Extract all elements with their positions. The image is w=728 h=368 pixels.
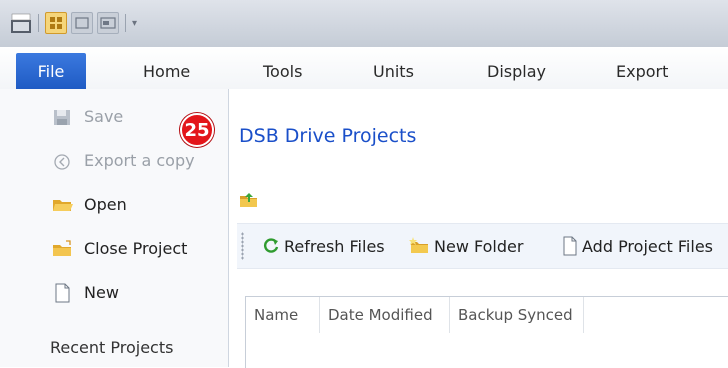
callout-badge: 25 xyxy=(180,113,214,147)
page-title: DSB Drive Projects xyxy=(239,125,417,147)
new-document-icon xyxy=(55,283,70,303)
add-project-files-button[interactable]: Add Project Files xyxy=(561,232,713,260)
menu-home-tab[interactable]: Home xyxy=(143,53,190,89)
column-name[interactable]: Name xyxy=(246,297,320,333)
menu-display-tab[interactable]: Display xyxy=(487,53,546,89)
toolbar-grip[interactable] xyxy=(241,232,244,260)
new-folder-button[interactable]: New Folder xyxy=(409,232,523,260)
quick-access-toolbar: ▾ xyxy=(10,8,137,38)
refresh-icon xyxy=(264,238,279,253)
file-toolbar: Refresh Files New Folder Add Project Fil… xyxy=(237,223,728,269)
backstage-open-label: Open xyxy=(84,195,127,214)
back-arrow-icon xyxy=(54,154,70,170)
save-icon xyxy=(54,110,70,125)
new-folder-icon xyxy=(409,237,428,253)
qat-window-icon[interactable] xyxy=(71,12,93,34)
refresh-files-button[interactable]: Refresh Files xyxy=(261,232,385,260)
title-bar: ▾ xyxy=(0,0,728,47)
backstage-export-label: Export a copy xyxy=(84,151,195,170)
qat-separator xyxy=(125,14,126,32)
add-project-files-label: Add Project Files xyxy=(582,236,713,256)
main-content: DSB Drive Projects Refresh Files New Fol… xyxy=(229,89,728,368)
menu-export-tab[interactable]: Export xyxy=(616,53,668,89)
close-folder-icon xyxy=(53,240,71,256)
backstage-close-label: Close Project xyxy=(84,239,188,258)
menu-tools-tab[interactable]: Tools xyxy=(263,53,302,89)
qat-separator xyxy=(38,14,39,32)
app-icon[interactable] xyxy=(10,12,32,34)
backstage-new-label: New xyxy=(84,283,119,302)
column-backup-synced[interactable]: Backup Synced xyxy=(450,297,584,333)
document-icon xyxy=(563,236,577,256)
menu-file-tab[interactable]: File xyxy=(16,53,86,89)
backstage-save-label: Save xyxy=(84,107,124,126)
qat-panel-icon[interactable] xyxy=(97,12,119,34)
file-list-header: Name Date Modified Backup Synced xyxy=(246,297,584,333)
menu-units-tab[interactable]: Units xyxy=(373,53,414,89)
menu-bar: File Home Tools Units Display Export xyxy=(0,47,728,90)
column-date-modified[interactable]: Date Modified xyxy=(320,297,450,333)
refresh-files-label: Refresh Files xyxy=(284,236,385,256)
file-list[interactable]: Name Date Modified Backup Synced xyxy=(245,296,728,368)
recent-projects-heading: Recent Projects xyxy=(50,338,174,357)
new-folder-label: New Folder xyxy=(434,236,524,256)
up-folder-icon[interactable] xyxy=(239,190,261,210)
qat-grid-icon[interactable] xyxy=(45,12,67,34)
qat-dropdown-icon[interactable]: ▾ xyxy=(132,18,137,29)
open-folder-icon xyxy=(53,200,73,211)
